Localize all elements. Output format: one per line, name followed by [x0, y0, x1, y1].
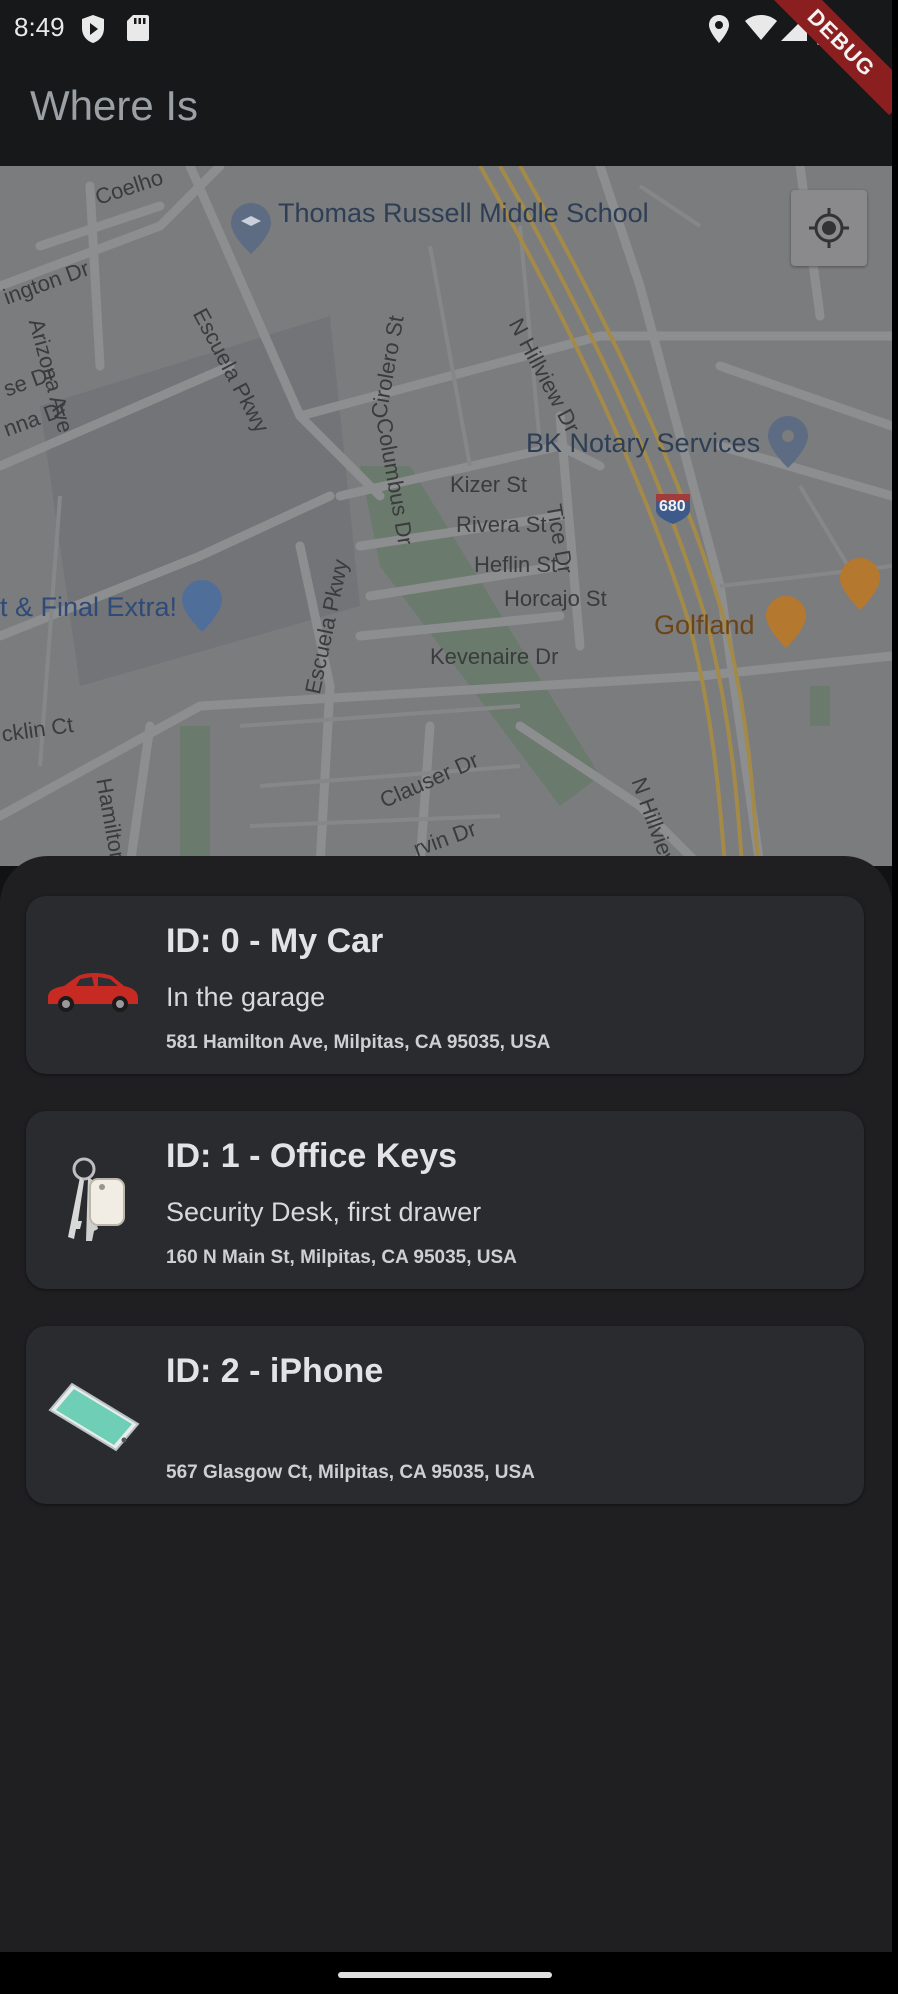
item-card[interactable]: ID: 0 - My Car In the garage 581 Hamilto…: [26, 896, 864, 1074]
item-note: Security Desk, first drawer: [166, 1197, 482, 1227]
item-address: 567 Glasgow Ct, Milpitas, CA 95035, USA: [166, 1462, 535, 1483]
sd-card-icon: [126, 14, 150, 47]
item-address: 160 N Main St, Milpitas, CA 95035, USA: [166, 1247, 517, 1268]
item-title: ID: 2 - iPhone: [166, 1352, 384, 1390]
car-icon: [42, 934, 142, 1034]
map-label-school: Thomas Russell Middle School: [278, 198, 649, 228]
item-title: ID: 0 - My Car: [166, 922, 384, 960]
crosshair-icon: [809, 208, 849, 248]
map-label-heflin: Heflin St: [474, 552, 558, 577]
map-label-golf: Golfland: [654, 610, 755, 640]
map-label-hwy: 680: [659, 498, 686, 515]
keys-icon: [42, 1149, 142, 1249]
item-title: ID: 1 - Office Keys: [166, 1137, 457, 1175]
item-card[interactable]: ID: 2 - iPhone 567 Glasgow Ct, Milpitas,…: [26, 1326, 864, 1504]
item-card[interactable]: ID: 1 - Office Keys Security Desk, first…: [26, 1111, 864, 1289]
map-label-kizer: Kizer St: [450, 472, 528, 497]
item-note: In the garage: [166, 982, 326, 1012]
map-view[interactable]: Thomas Russell Middle School BK Notary S…: [0, 166, 892, 866]
play-protect-icon: [80, 14, 106, 49]
location-icon: [706, 14, 732, 49]
map-label-store: t & Final Extra!: [0, 592, 178, 622]
status-bar: 8:49: [0, 0, 892, 58]
home-indicator[interactable]: [338, 1972, 552, 1978]
map-label-rivera: Rivera St: [456, 512, 547, 537]
app-bar: Where Is: [0, 58, 892, 166]
map-label-horcajo: Horcajo St: [504, 586, 607, 611]
map-label-kevenaire: Kevenaire Dr: [430, 644, 559, 669]
items-sheet: ID: 0 - My Car In the garage 581 Hamilto…: [0, 856, 892, 1956]
phone-icon: [42, 1364, 142, 1464]
item-address: 581 Hamilton Ave, Milpitas, CA 95035, US…: [166, 1032, 551, 1053]
app-screen: 8:49 Where Is Thomas Russell Middle Scho…: [0, 0, 892, 1994]
wifi-icon: [744, 14, 778, 47]
screen-edge: [892, 0, 898, 1994]
status-time: 8:49: [14, 12, 65, 42]
page-title: Where Is: [30, 82, 199, 129]
my-location-button[interactable]: [791, 190, 867, 266]
